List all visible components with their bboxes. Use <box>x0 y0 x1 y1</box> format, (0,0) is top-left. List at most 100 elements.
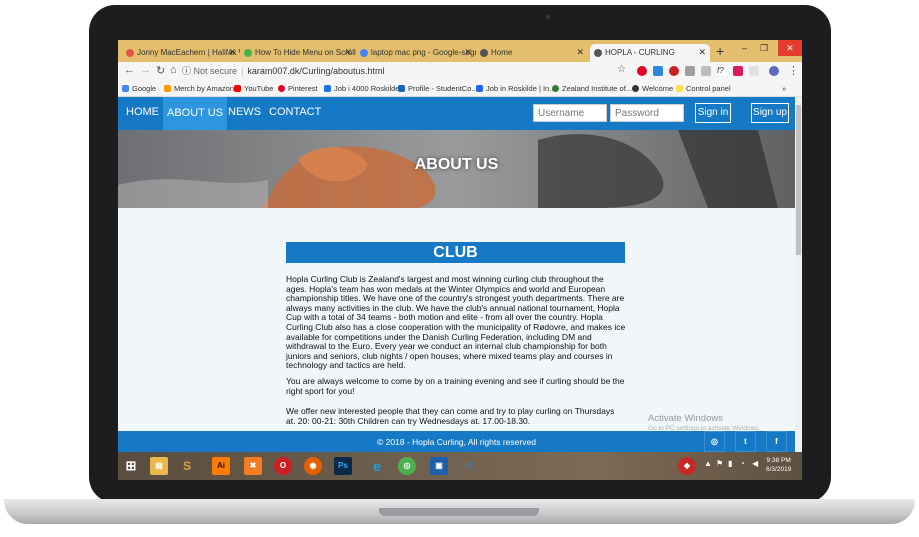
bookmark-item[interactable]: Control panel <box>676 84 731 93</box>
bookmark-item[interactable]: Welcome <box>632 84 673 93</box>
slack-icon[interactable]: S <box>178 457 196 475</box>
bookmark-item[interactable]: Profile - StudentCo... <box>398 84 478 93</box>
xampp-icon[interactable]: ✖ <box>244 457 262 475</box>
info-icon[interactable]: ⓘ <box>182 66 191 76</box>
minimize-button[interactable]: – <box>742 43 747 53</box>
chrome-icon[interactable]: ◎ <box>398 457 416 475</box>
nav-about-us[interactable]: ABOUT US <box>163 97 228 130</box>
google-icon <box>360 49 368 57</box>
profile-avatar[interactable] <box>769 66 779 76</box>
twitter-icon[interactable]: t <box>735 431 756 452</box>
indeed-icon <box>476 85 483 92</box>
browser-tab[interactable]: Jonny MacEachern | Halifax Wri ✕ <box>122 44 240 62</box>
bookmarks-overflow[interactable]: » <box>782 84 786 93</box>
club-paragraph: Hopla Curling Club is Zealand's largest … <box>286 274 626 371</box>
vscode-icon[interactable]: ⟨⟩ <box>460 457 478 475</box>
formula-extension-icon[interactable]: f? <box>717 66 727 76</box>
ie-icon[interactable]: e <box>368 457 386 475</box>
start-icon[interactable]: ⊞ <box>122 457 140 475</box>
browser-tab[interactable]: How To Hide Menu on Scroll ✕ <box>240 44 356 62</box>
wifi-icon[interactable]: ◔ <box>740 459 745 468</box>
pocket-extension-icon[interactable] <box>733 66 743 76</box>
bookmark-item[interactable]: YouTube <box>234 84 273 93</box>
username-input[interactable] <box>533 104 607 122</box>
illustrator-icon[interactable]: Ai <box>212 457 230 475</box>
close-tab-icon[interactable]: ✕ <box>464 47 472 58</box>
close-tab-icon[interactable]: ✕ <box>228 47 236 58</box>
nav-news[interactable]: NEWS <box>228 106 261 118</box>
pinterest-extension-icon[interactable] <box>637 66 647 76</box>
tab-title: Jonny MacEachern | Halifax Wri <box>137 48 240 57</box>
bookmarks-bar: Google Merch by Amazon YouTube Pinterest… <box>118 81 802 97</box>
bookmark-item[interactable]: Pinterest <box>278 84 318 93</box>
photoshop-icon[interactable]: Ps <box>334 457 352 475</box>
globe-icon <box>594 49 602 57</box>
opera-extension-icon[interactable] <box>669 66 679 76</box>
nav-contact[interactable]: CONTACT <box>269 106 321 118</box>
close-window-button[interactable]: ✕ <box>778 40 802 56</box>
google-icon <box>122 85 129 92</box>
bookmark-item[interactable]: Job in Roskilde | In... <box>476 84 555 93</box>
battery-icon[interactable]: ▮ <box>728 459 732 468</box>
bookmark-label: Job in Roskilde | In... <box>486 84 556 93</box>
tray-up-arrow-icon[interactable]: ▲ <box>704 459 712 468</box>
extension-icon[interactable] <box>701 66 711 76</box>
bookmark-item[interactable]: Google <box>122 84 156 93</box>
new-tab-button[interactable]: + <box>716 43 724 59</box>
extension-icon[interactable] <box>653 66 663 76</box>
system-clock[interactable]: 9:38 PM 6/3/2019 <box>766 456 791 474</box>
bookmark-label: Zealand Institute of... <box>562 84 633 93</box>
tray-app-icon[interactable]: ◆ <box>678 457 696 475</box>
instagram-icon[interactable]: ◎ <box>704 431 725 452</box>
extension-icon[interactable] <box>749 66 759 76</box>
back-icon[interactable]: ← <box>124 64 135 76</box>
file-explorer-icon[interactable]: ▤ <box>150 457 168 475</box>
sign-up-button[interactable]: Sign up <box>751 103 789 123</box>
camera-dot <box>546 15 550 19</box>
bookmark-label: Profile - StudentCo... <box>408 84 478 93</box>
browser-tab[interactable]: Home ✕ <box>476 44 590 62</box>
tab-title: laptop mac png - Google-søgn <box>371 48 476 57</box>
close-tab-icon[interactable]: ✕ <box>576 47 584 58</box>
sign-in-button[interactable]: Sign in <box>695 103 731 123</box>
web-page: HOME ABOUT US NEWS CONTACT Sign in Sign … <box>118 97 795 452</box>
hero-banner: ABOUT US <box>118 130 795 208</box>
pocket-icon <box>126 49 134 57</box>
forward-icon[interactable]: → <box>140 64 151 76</box>
bookmark-label: Google <box>132 84 157 93</box>
virtualbox-icon[interactable]: ▣ <box>430 457 448 475</box>
bookmark-item[interactable]: Job i 4000 Roskilde... <box>324 84 406 93</box>
browser-tab-active[interactable]: HOPLA - CURLING ✕ <box>590 44 710 62</box>
control-panel-icon <box>676 85 683 92</box>
bookmark-item[interactable]: Zealand Institute of... <box>552 84 632 93</box>
home-icon[interactable]: ⌂ <box>170 64 177 76</box>
reload-icon[interactable]: ↻ <box>156 64 165 77</box>
address-bar[interactable]: ⓘ Not secure | karam007.dk/Curling/aboutus… <box>182 64 384 77</box>
job-icon <box>324 85 331 92</box>
facebook-icon[interactable]: f <box>766 431 787 452</box>
close-tab-icon[interactable]: ✕ <box>698 47 706 58</box>
bookmark-item[interactable]: Merch by Amazon <box>164 84 234 93</box>
menu-kebab-icon[interactable]: ⋮ <box>788 64 799 77</box>
bookmark-label: Merch by Amazon <box>174 84 235 93</box>
club-paragraph: We offer new interested people that they… <box>286 406 615 426</box>
volume-icon[interactable]: ◀ <box>752 459 758 468</box>
opera-icon[interactable]: O <box>274 457 292 475</box>
flag-icon[interactable]: ⚑ <box>716 459 723 468</box>
browser-tab[interactable]: laptop mac png - Google-søgn ✕ <box>356 44 476 62</box>
extension-icon[interactable] <box>685 66 695 76</box>
firefox-icon[interactable]: ◉ <box>304 457 322 475</box>
bookmark-label: Welcome <box>642 84 674 93</box>
laptop-notch <box>379 508 539 516</box>
windows-taskbar: ⊞ ▤ S Ai ✖ O ◉ Ps e ◎ ▣ ⟨⟩ ◆ ▲ ⚑ ▮ ◔ ◀ 9… <box>118 452 802 480</box>
nav-home[interactable]: HOME <box>126 106 159 118</box>
scrollbar-thumb[interactable] <box>796 105 801 255</box>
club-paragraph: You are always welcome to come by on a t… <box>286 376 625 396</box>
password-input[interactable] <box>610 104 684 122</box>
bookmark-star-icon[interactable]: ☆ <box>617 64 626 75</box>
page-scrollbar[interactable] <box>795 97 802 452</box>
security-label: Not secure <box>193 66 238 76</box>
youtube-icon <box>234 85 241 92</box>
maximize-button[interactable]: ❐ <box>760 43 768 54</box>
close-tab-icon[interactable]: ✕ <box>344 47 352 58</box>
